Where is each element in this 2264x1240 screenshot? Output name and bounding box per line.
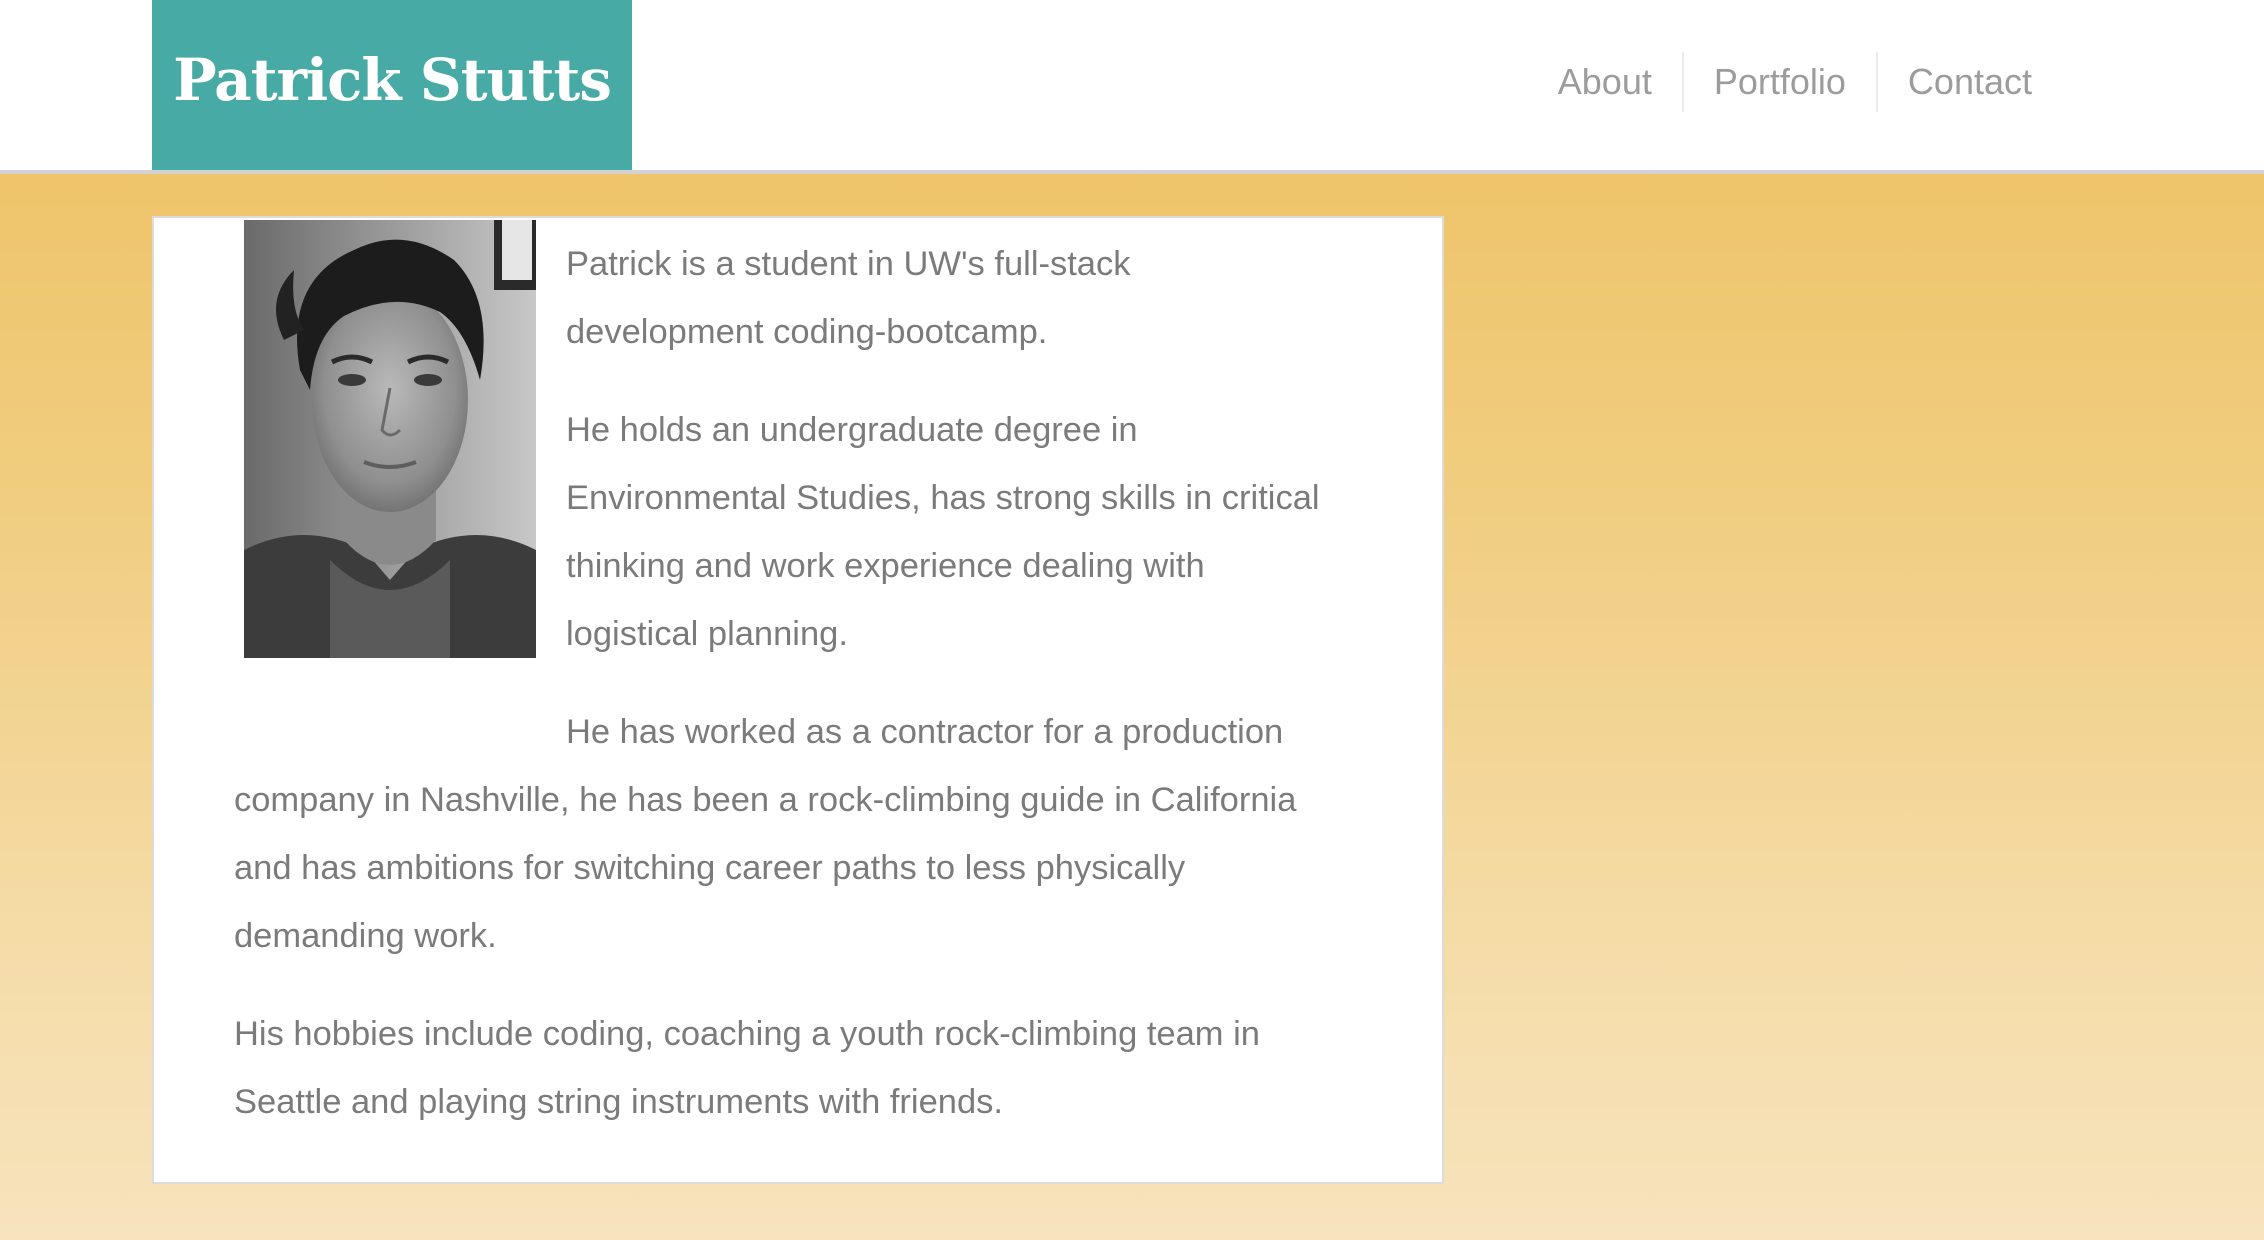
brand-logo[interactable]: Patrick Stutts (152, 0, 632, 170)
bio-line-first: He has worked as a contractor for a prod… (234, 698, 1384, 766)
nav-link-contact[interactable]: Contact (1878, 52, 2032, 112)
bio-line: He holds an undergraduate degree in (566, 411, 1138, 449)
nav-link-about[interactable]: About (1528, 52, 1682, 112)
bio-line: Patrick is a student in UW's full-stack (566, 245, 1131, 283)
about-card: Patrick is a student in UW's full-stack … (152, 216, 1444, 1184)
site-header: Patrick Stutts About Portfolio Contact (0, 0, 2264, 174)
bio-line: demanding work. (234, 917, 497, 955)
portrait-image (244, 220, 536, 658)
bio-line: He has worked as a contractor for a prod… (566, 713, 1284, 751)
main-nav: About Portfolio Contact (1528, 52, 2032, 112)
bio-line: Environmental Studies, has strong skills… (566, 479, 1320, 517)
bio-paragraph-3: He has worked as a contractor for a prod… (234, 698, 1384, 970)
bio-line: development coding-bootcamp. (566, 313, 1048, 351)
profile-photo (244, 220, 536, 658)
bio-line: thinking and work experience dealing wit… (566, 547, 1205, 585)
bio-line: Seattle and playing string instruments w… (234, 1083, 1003, 1121)
bio-paragraph-4: His hobbies include coding, coaching a y… (234, 1000, 1384, 1136)
bio-paragraph-2: He holds an undergraduate degree in Envi… (566, 396, 1406, 668)
bio-line: logistical planning. (566, 615, 848, 653)
brand-name: Patrick Stutts (173, 46, 612, 114)
bio-line: and has ambitions for switching career p… (234, 849, 1186, 887)
bio-line: His hobbies include coding, coaching a y… (234, 1015, 1260, 1053)
bio-paragraph-1: Patrick is a student in UW's full-stack … (566, 230, 1386, 366)
bio-line: company in Nashville, he has been a rock… (234, 781, 1297, 819)
nav-link-portfolio[interactable]: Portfolio (1684, 52, 1876, 112)
